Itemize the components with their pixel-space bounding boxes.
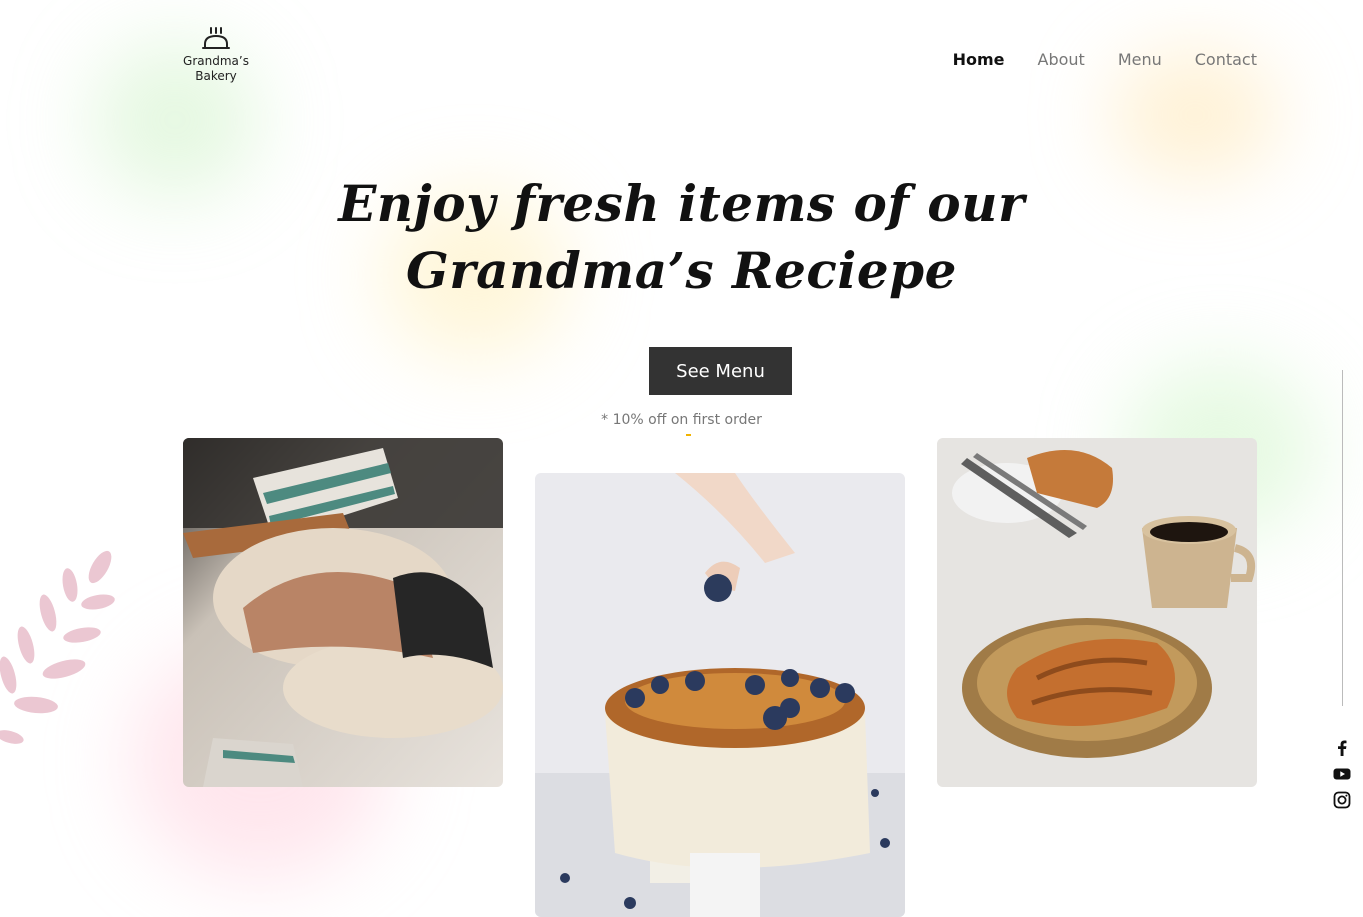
main-nav: Home About Menu Contact: [953, 50, 1257, 69]
croissants-coffee-photo: [937, 438, 1257, 787]
promo-text: * 10% off on first order: [601, 412, 762, 428]
brand-name-line2: Bakery: [195, 69, 237, 83]
brand-name-line1: Grandma’s: [183, 54, 249, 68]
promo-accent-dash: [686, 434, 691, 436]
social-links: [1332, 738, 1352, 816]
nav-about[interactable]: About: [1038, 50, 1085, 69]
hero-headline-line2: Grandma’s Reciepe: [406, 241, 957, 300]
hero-headline: Enjoy fresh items of our Grandma’s Recie…: [0, 170, 1363, 304]
page: Grandma’s Bakery Home About Menu Contact…: [0, 0, 1363, 917]
nav-menu[interactable]: Menu: [1118, 50, 1162, 69]
see-menu-button[interactable]: See Menu: [649, 347, 792, 395]
hero-headline-line1: Enjoy fresh items of our: [338, 174, 1025, 233]
facebook-icon[interactable]: [1332, 738, 1352, 758]
nav-home[interactable]: Home: [953, 50, 1005, 69]
brand-logo[interactable]: Grandma’s Bakery: [176, 26, 256, 84]
dough-kneading-photo: [183, 438, 503, 787]
blueberry-cake-photo: [535, 473, 905, 917]
youtube-icon[interactable]: [1332, 764, 1352, 784]
instagram-icon[interactable]: [1332, 790, 1352, 810]
bg-glow-yellow: [1110, 50, 1280, 180]
bread-icon: [202, 27, 230, 49]
nav-contact[interactable]: Contact: [1195, 50, 1257, 69]
side-divider-line: [1342, 370, 1343, 706]
leaf-decoration-icon: [0, 550, 115, 744]
